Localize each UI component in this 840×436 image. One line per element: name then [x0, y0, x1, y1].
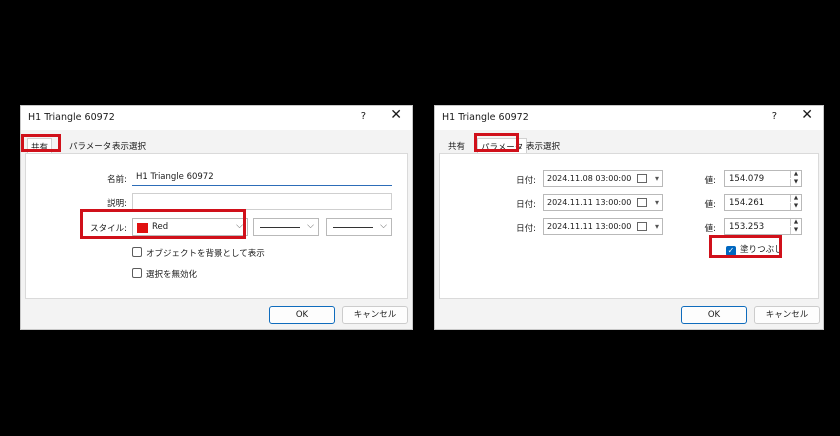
chevron-down-icon: ⌵ [307, 221, 314, 231]
value-stepper-2[interactable]: 154.261 ▲ ▼ [724, 194, 802, 211]
value-text: 153.253 [729, 222, 765, 232]
date-picker-2[interactable]: 2024.11.11 13:00:00 ▾ [543, 194, 663, 211]
date-label: 日付: [516, 224, 536, 234]
date-value: 2024.11.08 03:00:00 [547, 174, 632, 183]
date-label: 日付: [516, 200, 536, 210]
checkbox-fill-label: 塗りつぶし [740, 245, 783, 255]
spin-up-icon[interactable]: ▲ [790, 195, 801, 202]
checkbox-disable-select-label: 選択を無効化 [146, 270, 198, 280]
checkbox-background[interactable]: オブジェクトを背景として表示 [132, 247, 265, 259]
close-icon[interactable]: ✕ [801, 108, 813, 122]
name-field[interactable]: H1 Triangle 60972 [132, 169, 392, 186]
tab-common[interactable]: 共有 [27, 138, 53, 153]
color-select[interactable]: Red ⌵ [132, 218, 248, 236]
calendar-icon[interactable] [637, 198, 647, 207]
tab-common[interactable]: 共有 [445, 138, 468, 153]
spin-down-icon[interactable]: ▼ [790, 179, 801, 186]
spin-up-icon[interactable]: ▲ [790, 219, 801, 226]
spin-up-icon[interactable]: ▲ [790, 171, 801, 178]
checkbox-disable-select[interactable]: 選択を無効化 [132, 268, 197, 280]
value-text: 154.261 [729, 198, 765, 208]
chevron-down-icon[interactable]: ▾ [655, 222, 659, 231]
spin-down-icon[interactable]: ▼ [790, 227, 801, 234]
dialog-title: H1 Triangle 60972 [28, 112, 115, 123]
color-select-value: Red [152, 222, 169, 232]
checkbox-box[interactable] [132, 247, 142, 257]
line-width-preview [333, 227, 373, 228]
tab-panel-parameters: 日付: 2024.11.08 03:00:00 ▾ 値: 154.079 ▲ ▼… [439, 153, 819, 299]
cancel-button[interactable]: キャンセル [342, 306, 408, 324]
checkbox-background-label: オブジェクトを背景として表示 [146, 249, 265, 259]
tab-parameters[interactable]: パラメータ [477, 138, 528, 153]
style-label: スタイル: [90, 224, 127, 234]
cancel-button[interactable]: キャンセル [754, 306, 820, 324]
value-stepper-3[interactable]: 153.253 ▲ ▼ [724, 218, 802, 235]
title-bar: H1 Triangle 60972 ? ✕ [21, 106, 412, 130]
line-style-select[interactable]: ⌵ [253, 218, 319, 236]
title-bar: H1 Triangle 60972 ? ✕ [435, 106, 823, 130]
help-icon[interactable]: ? [772, 111, 777, 122]
spin-down-icon[interactable]: ▼ [790, 203, 801, 210]
calendar-icon[interactable] [637, 174, 647, 183]
chevron-down-icon: ⌵ [380, 221, 387, 231]
line-style-preview [260, 227, 300, 228]
chevron-down-icon: ⌵ [236, 221, 243, 231]
value-label: 値: [704, 176, 716, 186]
help-icon[interactable]: ? [361, 111, 366, 122]
properties-dialog-parameters: H1 Triangle 60972 ? ✕ 共有 パラメータ 表示選択 日付: … [434, 105, 824, 330]
value-stepper-1[interactable]: 154.079 ▲ ▼ [724, 170, 802, 187]
color-swatch [137, 223, 148, 233]
value-label: 値: [704, 200, 716, 210]
description-label: 説明: [107, 199, 127, 209]
ok-button[interactable]: OK [269, 306, 335, 324]
tab-panel-common: 名前: H1 Triangle 60972 説明: スタイル: Red ⌵ ⌵ … [25, 153, 408, 299]
checkbox-box[interactable] [132, 268, 142, 278]
checkbox-fill[interactable]: ✓ 塗りつぶし [726, 243, 783, 256]
tab-visibility[interactable]: 表示選択 [109, 138, 149, 153]
chevron-down-icon[interactable]: ▾ [655, 198, 659, 207]
value-text: 154.079 [729, 174, 765, 184]
description-field[interactable] [132, 193, 392, 210]
date-picker-1[interactable]: 2024.11.08 03:00:00 ▾ [543, 170, 663, 187]
properties-dialog-common: H1 Triangle 60972 ? ✕ 共有 パラメータ 表示選択 名前: … [20, 105, 413, 330]
dialog-title: H1 Triangle 60972 [442, 112, 529, 123]
ok-button[interactable]: OK [681, 306, 747, 324]
tab-visibility[interactable]: 表示選択 [523, 138, 563, 153]
close-icon[interactable]: ✕ [390, 108, 402, 122]
date-value: 2024.11.11 13:00:00 [547, 198, 632, 207]
tab-parameters[interactable]: パラメータ [66, 138, 114, 153]
line-width-select[interactable]: ⌵ [326, 218, 392, 236]
calendar-icon[interactable] [637, 222, 647, 231]
name-label: 名前: [107, 175, 127, 185]
value-label: 値: [704, 224, 716, 234]
check-icon[interactable]: ✓ [726, 246, 736, 256]
date-value: 2024.11.11 13:00:00 [547, 222, 632, 231]
date-picker-3[interactable]: 2024.11.11 13:00:00 ▾ [543, 218, 663, 235]
chevron-down-icon[interactable]: ▾ [655, 174, 659, 183]
date-label: 日付: [516, 176, 536, 186]
